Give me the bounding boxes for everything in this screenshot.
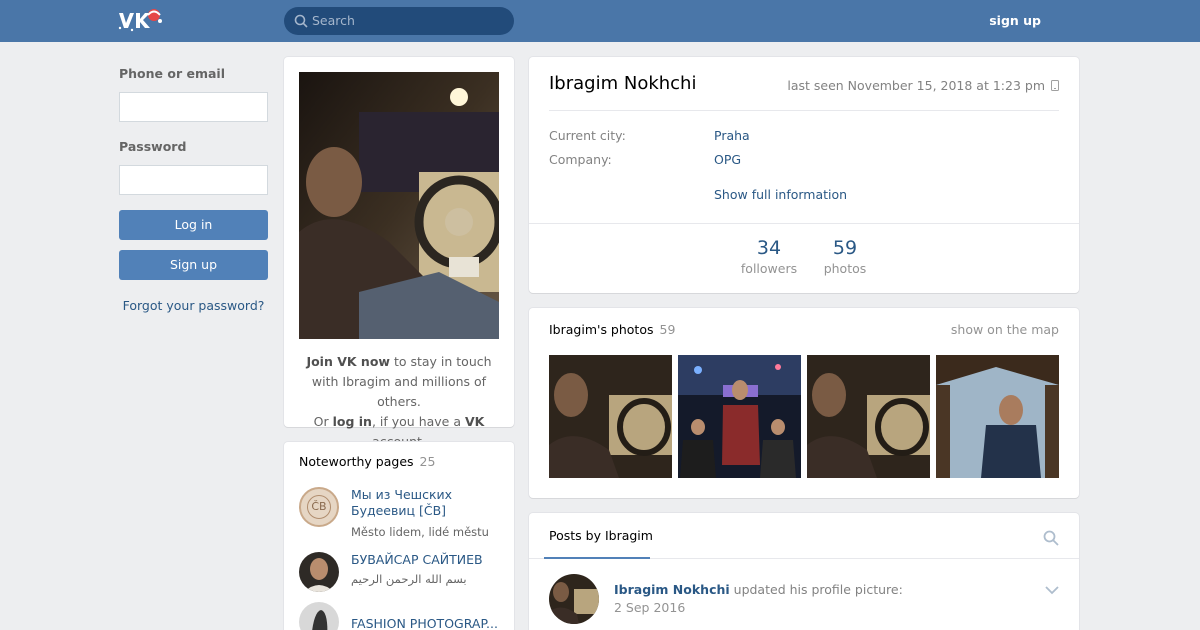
page-name[interactable]: Мы из Чешских Будеевиц [ČB]: [351, 487, 501, 519]
post-header: Ibragim Nokhchi updated his profile pict…: [614, 582, 903, 597]
photos-count: 59: [832, 237, 858, 259]
last-seen-text: last seen November 15, 2018 at 1:23 pm: [787, 78, 1045, 93]
followers-label: followers: [740, 261, 798, 276]
phone-email-field[interactable]: [119, 92, 268, 122]
company-label: Company:: [549, 152, 612, 167]
phone-label: Phone or email: [119, 66, 225, 81]
photos-title-text: Ibragim's photos: [549, 322, 654, 337]
photo-thumbnail[interactable]: [678, 355, 801, 478]
photos-counter[interactable]: 59 photos: [805, 237, 885, 276]
profile-divider: [549, 110, 1059, 111]
vk-logo[interactable]: [117, 8, 163, 32]
photos-card: Ibragim's photos 59 show on the map: [529, 308, 1079, 498]
noteworthy-count: 25: [419, 454, 436, 469]
chevron-down-icon[interactable]: [1045, 585, 1059, 595]
profile-photo[interactable]: [299, 72, 499, 339]
avatar-card: Join VK now to stay in touch with Ibragi…: [284, 57, 514, 449]
photo-thumbnail[interactable]: [549, 355, 672, 478]
page-avatar[interactable]: ČB: [299, 487, 339, 527]
profile-name: Ibragim Nokhchi: [549, 73, 697, 94]
posts-card: Posts by Ibragim Ibragim Nokhchi updated…: [529, 513, 1079, 630]
show-full-information-link[interactable]: Show full information: [714, 187, 847, 202]
log-in-link[interactable]: log in: [333, 414, 372, 429]
page-name[interactable]: FASHION PHOTOGRAP...: [351, 616, 501, 630]
post-action-text: updated his profile picture:: [729, 582, 903, 597]
show-on-map-link[interactable]: show on the map: [951, 322, 1059, 337]
post-author-link[interactable]: Ibragim Nokhchi: [614, 582, 730, 597]
followers-count: 34: [756, 237, 782, 259]
login-button[interactable]: Log in: [119, 210, 268, 240]
sign-up-link[interactable]: sign up: [989, 13, 1041, 28]
top-header: Search sign up: [0, 0, 1200, 42]
company-link[interactable]: OPG: [714, 152, 741, 167]
post-date[interactable]: 2 Sep 2016: [614, 600, 685, 615]
mobile-icon: [1051, 80, 1059, 91]
signup-button[interactable]: Sign up: [119, 250, 268, 280]
photo-thumbnail[interactable]: [936, 355, 1059, 478]
password-label: Password: [119, 139, 187, 154]
page-avatar-text: ČB: [307, 495, 331, 519]
noteworthy-pages-card: Noteworthy pages 25 ČB Мы из Чешских Буде…: [284, 442, 514, 630]
join-text-2: Or: [313, 414, 333, 429]
photos-label: photos: [823, 261, 867, 276]
profile-card: Ibragim Nokhchi last seen November 15, 2…: [529, 57, 1079, 293]
tab-posts-by-user[interactable]: Posts by Ibragim: [549, 528, 653, 543]
photo-thumbnail[interactable]: [807, 355, 930, 478]
page-name[interactable]: БУВАЙСАР САЙТИЕВ: [351, 552, 501, 568]
followers-counter[interactable]: 34 followers: [729, 237, 809, 276]
vk-bold: VK: [464, 414, 485, 429]
photos-title-count: 59: [659, 322, 676, 337]
login-form: Phone or email Password Log in Sign up F…: [119, 56, 268, 313]
counters-divider: [529, 223, 1079, 224]
join-vk-text: Join VK now to stay in touch with Ibragi…: [294, 352, 504, 452]
page-subtitle: بسم الله الرحمن الرحيم: [351, 572, 467, 586]
current-city-link[interactable]: Praha: [714, 128, 750, 143]
current-city-label: Current city:: [549, 128, 626, 143]
page-avatar[interactable]: [299, 552, 339, 592]
page-avatar[interactable]: [299, 602, 339, 630]
search-icon[interactable]: [1043, 530, 1059, 546]
search-placeholder: Search: [312, 13, 355, 28]
forgot-password-link[interactable]: Forgot your password?: [119, 298, 268, 313]
noteworthy-title-text: Noteworthy pages: [299, 454, 414, 469]
search-icon: [294, 14, 308, 28]
noteworthy-title[interactable]: Noteworthy pages 25: [299, 454, 435, 469]
photos-title[interactable]: Ibragim's photos 59: [549, 322, 675, 337]
active-tab-indicator: [544, 557, 650, 559]
last-seen: last seen November 15, 2018 at 1:23 pm: [787, 78, 1059, 93]
post-author-avatar[interactable]: [549, 574, 599, 624]
page-subtitle: Město lidem, lidé městu: [351, 525, 489, 539]
join-vk-link[interactable]: Join VK now: [306, 354, 390, 369]
join-text-3: , if you have a: [371, 414, 465, 429]
search-input[interactable]: Search: [284, 7, 514, 35]
password-field[interactable]: [119, 165, 268, 195]
